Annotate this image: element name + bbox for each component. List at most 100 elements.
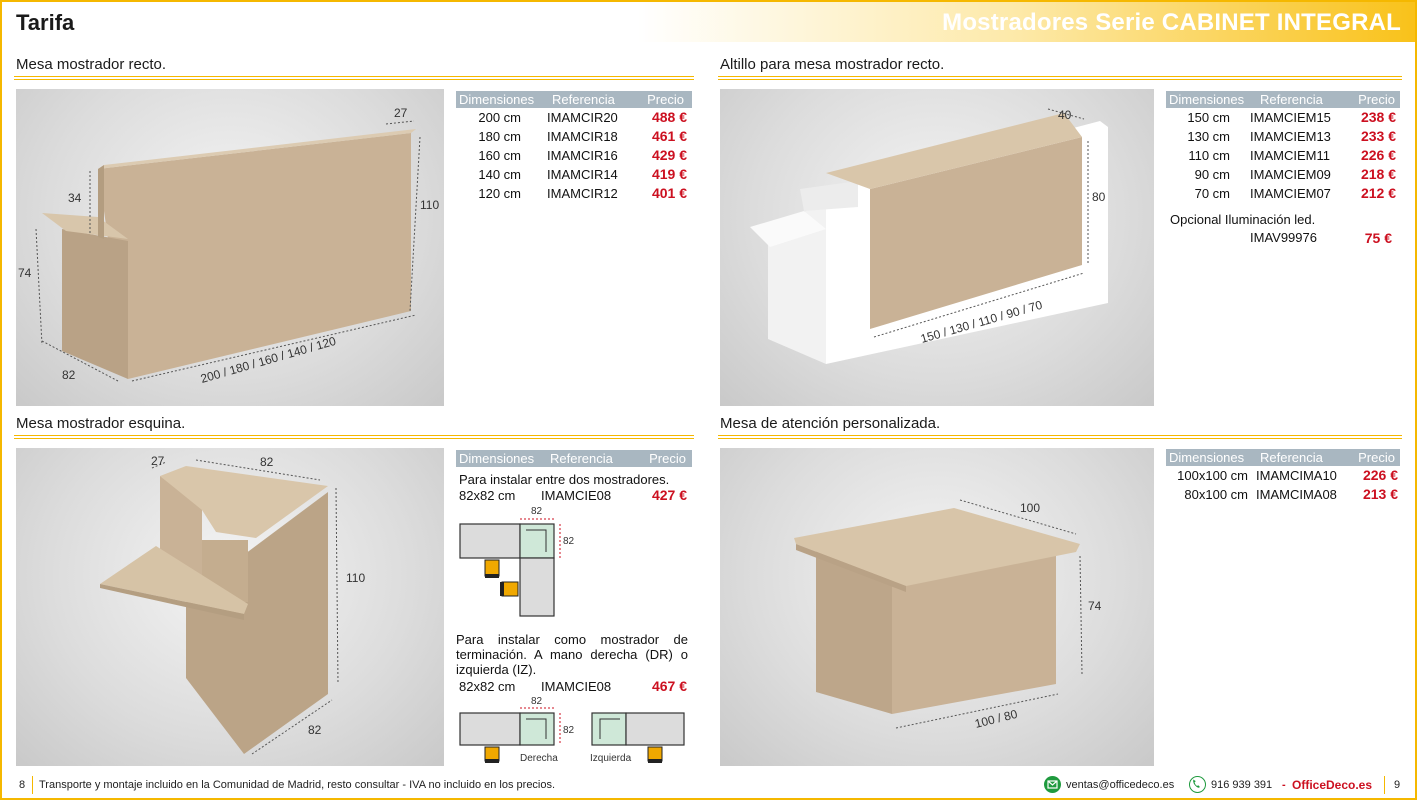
cell-ref: IMAMCIEM07 [1250,186,1331,201]
cell-dim: 180 cm [478,129,521,144]
dim-82: 82 [62,368,76,382]
cell-ref: IMAMCIR20 [547,110,618,125]
footer-phone[interactable]: 916 939 391 [1211,779,1272,791]
cell-price: 461 € [651,128,687,144]
footer-email[interactable]: ventas@officedeco.es [1066,779,1174,791]
cell-ref: IMAMCIR14 [547,167,618,182]
header-left-title: Tarifa [16,10,75,35]
section-rule [14,435,694,439]
section-title-altillo: Altillo para mesa mostrador recto. [720,56,945,73]
table-header: Dimensiones Referencia Precio [1166,91,1400,108]
cell-dim: 80x100 cm [1184,487,1248,502]
cell-dim: 110 cm [1188,148,1230,163]
dim-widths: 100 / 80 [973,707,1019,731]
cell-price: 488 € [651,109,687,125]
svg-text:82: 82 [563,536,575,547]
cell-dim: 120 cm [478,186,521,201]
section-rule [718,76,1402,80]
cell-ref: IMAMCIEM15 [1250,110,1331,125]
cell-price: 213 € [1362,486,1398,502]
table-row: 130 cm IMAMCIEM13 233 € [1166,127,1400,146]
optional-led-label: Opcional Iluminación led. [1170,212,1316,227]
esquina-opt1-text: Para instalar entre dos mostradores. [459,472,670,487]
svg-text:82: 82 [531,696,543,707]
cell-price: 238 € [1360,109,1396,125]
footer-divider [1384,776,1385,794]
price-table-altillo: Dimensiones Referencia Precio 150 cm IMAM… [1166,91,1400,247]
cell-dim: 160 cm [478,148,521,163]
cell-price: 419 € [651,166,687,182]
cell-ref: IMAMCIEM09 [1250,167,1331,182]
svg-text:82: 82 [531,506,543,517]
cell-price: 401 € [651,185,687,201]
page-number-right: 9 [1394,779,1401,791]
footer-divider [32,776,33,794]
cell-dim: 140 cm [478,167,521,182]
table-header: Dimensiones Referencia Precio [456,91,692,108]
section-title-esquina: Mesa mostrador esquina. [16,415,186,432]
footer-brand[interactable]: OfficeDeco.es [1292,778,1372,792]
dim-40: 40 [1058,108,1072,122]
label-izquierda: Izquierda [590,753,632,764]
price-table-recto: Dimensiones Referencia Precio 200 cm IMAM… [456,91,692,203]
esquina-opt2-row: 82x82 cm IMAMCIE08 467 € [459,678,687,695]
table-row: 150 cm IMAMCIEM15 238 € [1166,108,1400,127]
section-rule [718,435,1402,439]
dim-27: 27 [394,106,408,120]
table-row: 110 cm IMAMCIEM11 226 € [1166,146,1400,165]
cell-price: 429 € [651,147,687,163]
photo-altillo: 40 80 150 / 130 / 110 / 90 / 70 [720,89,1154,406]
footer-dash: - [1282,779,1286,791]
cell-ref: IMAMCIEM13 [1250,129,1331,144]
dim-82-bottom: 82 [308,723,322,737]
page-footer: 8 Transporte y montaje incluido en la Co… [2,772,1415,798]
price-table-esquina: Dimensiones Referencia Precio [456,450,692,467]
header-right-title: Mostradores Serie CABINET INTEGRAL [942,9,1401,36]
cell-ref: IMAMCIR12 [547,186,618,201]
esquina-opt2-text: Para instalar como mostrador de terminac… [456,632,688,677]
section-rule [14,76,694,80]
cell-ref: IMAMCIEM11 [1250,148,1330,163]
table-row: 140 cm IMAMCIR14 419 € [456,165,692,184]
footer-note: Transporte y montaje incluido en la Comu… [39,779,556,791]
photo-esquina: 27 82 110 82 [16,448,444,766]
dim-74: 74 [18,266,32,280]
label-derecha: Derecha [520,753,558,764]
table-row: 120 cm IMAMCIR12 401 € [456,184,692,203]
phone-icon [1189,776,1206,793]
cell-dim: 70 cm [1194,186,1230,201]
photo-atencion: 100 74 100 / 80 [720,448,1154,766]
schematic-derecha: 82 82 Derecha [459,696,575,764]
page-number-left: 8 [19,779,26,791]
svg-text:82: 82 [563,725,575,736]
section-title-recto: Mesa mostrador recto. [16,56,167,73]
dim-34: 34 [68,191,82,205]
schematic-between-counters: 82 82 [459,506,575,617]
table-row: 200 cm IMAMCIR20 488 € [456,108,692,127]
dim-110: 110 [346,571,365,585]
dim-80: 80 [1092,190,1106,204]
table-row: 70 cm IMAMCIEM07 212 € [1166,184,1400,203]
dim-110: 110 [420,198,439,212]
cell-ref: IMAMCIR18 [547,129,618,144]
table-row: 160 cm IMAMCIR16 429 € [456,146,692,165]
cell-price: 226 € [1360,147,1396,163]
table-row: 90 cm IMAMCIEM09 218 € [1166,165,1400,184]
cell-ref: IMAMCIMA08 [1256,487,1337,502]
schematic-izquierda: Izquierda [590,712,685,764]
section-title-atencion: Mesa de atención personalizada. [720,415,941,432]
photo-mesa-recto: 27 34 110 74 82 200 / 180 / 160 / 140 / … [16,89,444,406]
esquina-opt1-row: 82x82 cm IMAMCIE08 427 € [459,487,687,504]
cell-price: 226 € [1362,467,1398,483]
email-icon [1044,776,1061,793]
page-header: Tarifa Mostradores Serie CABINET INTEGRA… [2,2,1415,42]
cell-dim: 200 cm [478,110,521,125]
cell-dim: 90 cm [1194,167,1230,182]
table-header: Dimensiones Referencia Precio [456,450,692,467]
cell-ref: IMAMCIMA10 [1256,468,1337,483]
table-row: 180 cm IMAMCIR18 461 € [456,127,692,146]
cell-dim: 100x100 cm [1177,468,1248,483]
cell-dim: 150 cm [1187,110,1230,125]
dim-82-top: 82 [260,455,274,469]
dim-100: 100 [1020,501,1040,515]
